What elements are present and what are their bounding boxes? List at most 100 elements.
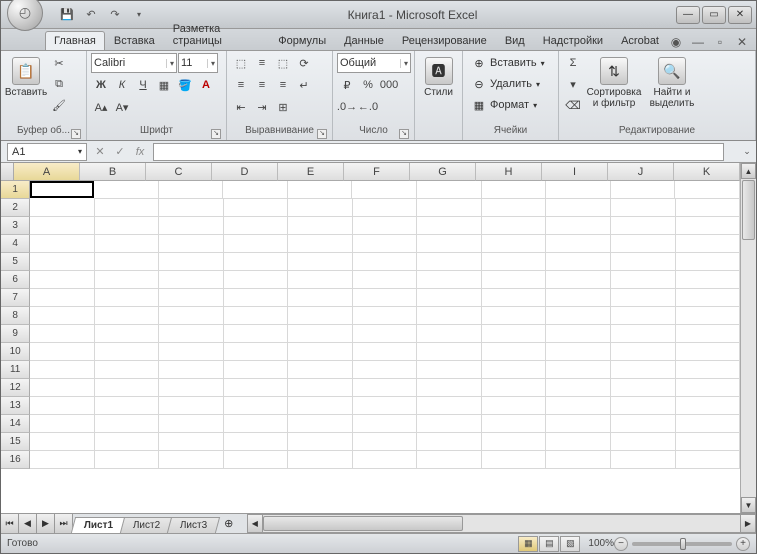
cell-C13[interactable] (159, 397, 224, 415)
cell-F16[interactable] (353, 451, 418, 469)
decrease-indent-icon[interactable]: ⇤ (231, 97, 251, 117)
cell-A13[interactable] (30, 397, 95, 415)
cell-H13[interactable] (482, 397, 547, 415)
row-header-15[interactable]: 15 (1, 433, 30, 451)
cell-B2[interactable] (95, 199, 160, 217)
merge-icon[interactable]: ⊞ (273, 97, 293, 117)
align-left-icon[interactable]: ≡ (231, 75, 251, 95)
cell-H10[interactable] (482, 343, 547, 361)
cell-A1[interactable] (30, 181, 94, 198)
enter-formula-icon[interactable]: ✓ (111, 143, 129, 161)
expand-formula-bar-icon[interactable]: ⌄ (740, 143, 754, 161)
cell-H12[interactable] (482, 379, 547, 397)
zoom-slider[interactable] (632, 542, 732, 546)
zoom-thumb[interactable] (680, 538, 686, 550)
cell-E9[interactable] (288, 325, 353, 343)
cell-C3[interactable] (159, 217, 224, 235)
cell-G6[interactable] (417, 271, 482, 289)
percent-icon[interactable]: % (358, 75, 378, 95)
restore-workbook-icon[interactable]: ▫ (712, 34, 728, 50)
cell-I5[interactable] (546, 253, 611, 271)
cell-E2[interactable] (288, 199, 353, 217)
column-header-I[interactable]: I (542, 163, 608, 181)
cell-J1[interactable] (611, 181, 676, 199)
cell-F4[interactable] (353, 235, 418, 253)
cell-H15[interactable] (482, 433, 547, 451)
vertical-scrollbar[interactable]: ▲ ▼ (740, 163, 756, 513)
tab-page-layout[interactable]: Разметка страницы (164, 19, 269, 50)
cell-F6[interactable] (353, 271, 418, 289)
cell-C5[interactable] (159, 253, 224, 271)
cell-D2[interactable] (224, 199, 289, 217)
cell-I1[interactable] (546, 181, 611, 199)
cell-D12[interactable] (224, 379, 289, 397)
cell-E1[interactable] (288, 181, 353, 199)
cut-icon[interactable]: ✂ (49, 53, 69, 73)
last-sheet-icon[interactable]: ⏭ (55, 514, 73, 533)
format-cells-button[interactable]: ▦Формат▾ (467, 95, 542, 115)
cell-D10[interactable] (224, 343, 289, 361)
cell-J5[interactable] (611, 253, 676, 271)
cell-H8[interactable] (482, 307, 547, 325)
cell-I16[interactable] (546, 451, 611, 469)
cell-J8[interactable] (611, 307, 676, 325)
cell-E13[interactable] (288, 397, 353, 415)
cell-B5[interactable] (95, 253, 160, 271)
fill-color-button[interactable]: 🪣 (175, 75, 195, 95)
formula-bar[interactable] (153, 143, 724, 161)
paste-button[interactable]: 📋 Вставить (5, 53, 47, 102)
cell-I6[interactable] (546, 271, 611, 289)
column-header-A[interactable]: A (14, 163, 80, 181)
cell-J7[interactable] (611, 289, 676, 307)
cell-D1[interactable] (223, 181, 288, 199)
cancel-formula-icon[interactable]: ✕ (91, 143, 109, 161)
cell-J10[interactable] (611, 343, 676, 361)
cell-J15[interactable] (611, 433, 676, 451)
cell-E12[interactable] (288, 379, 353, 397)
cell-G12[interactable] (417, 379, 482, 397)
cell-K15[interactable] (676, 433, 741, 451)
cell-C16[interactable] (159, 451, 224, 469)
cell-F13[interactable] (353, 397, 418, 415)
cell-H1[interactable] (482, 181, 547, 199)
cell-C1[interactable] (159, 181, 224, 199)
cell-H2[interactable] (482, 199, 547, 217)
cell-H4[interactable] (482, 235, 547, 253)
cell-B12[interactable] (95, 379, 160, 397)
cell-I14[interactable] (546, 415, 611, 433)
cell-J13[interactable] (611, 397, 676, 415)
cell-A9[interactable] (30, 325, 95, 343)
cell-I11[interactable] (546, 361, 611, 379)
cell-C2[interactable] (159, 199, 224, 217)
cell-D11[interactable] (224, 361, 289, 379)
minimize-button[interactable]: — (676, 6, 700, 24)
cell-E3[interactable] (288, 217, 353, 235)
cell-J2[interactable] (611, 199, 676, 217)
cell-C10[interactable] (159, 343, 224, 361)
prev-sheet-icon[interactable]: ◀ (19, 514, 37, 533)
cell-H9[interactable] (482, 325, 547, 343)
cell-A14[interactable] (30, 415, 95, 433)
tab-review[interactable]: Рецензирование (393, 31, 496, 50)
cell-K7[interactable] (676, 289, 741, 307)
cell-H5[interactable] (482, 253, 547, 271)
cell-E10[interactable] (288, 343, 353, 361)
tab-view[interactable]: Вид (496, 31, 534, 50)
zoom-in-button[interactable]: + (736, 537, 750, 551)
cell-E4[interactable] (288, 235, 353, 253)
cell-B3[interactable] (95, 217, 160, 235)
sheet-tab-3[interactable]: Лист3 (167, 517, 221, 533)
fill-button[interactable]: ▾ (563, 74, 583, 94)
row-header-10[interactable]: 10 (1, 343, 30, 361)
cell-F15[interactable] (353, 433, 418, 451)
cell-I10[interactable] (546, 343, 611, 361)
cell-E15[interactable] (288, 433, 353, 451)
cell-G9[interactable] (417, 325, 482, 343)
cell-K3[interactable] (676, 217, 741, 235)
cell-I7[interactable] (546, 289, 611, 307)
cell-G14[interactable] (417, 415, 482, 433)
cell-A12[interactable] (30, 379, 95, 397)
font-size-combo[interactable]: 11▾ (178, 53, 218, 73)
align-middle-icon[interactable]: ≡ (252, 53, 272, 73)
cell-C15[interactable] (159, 433, 224, 451)
